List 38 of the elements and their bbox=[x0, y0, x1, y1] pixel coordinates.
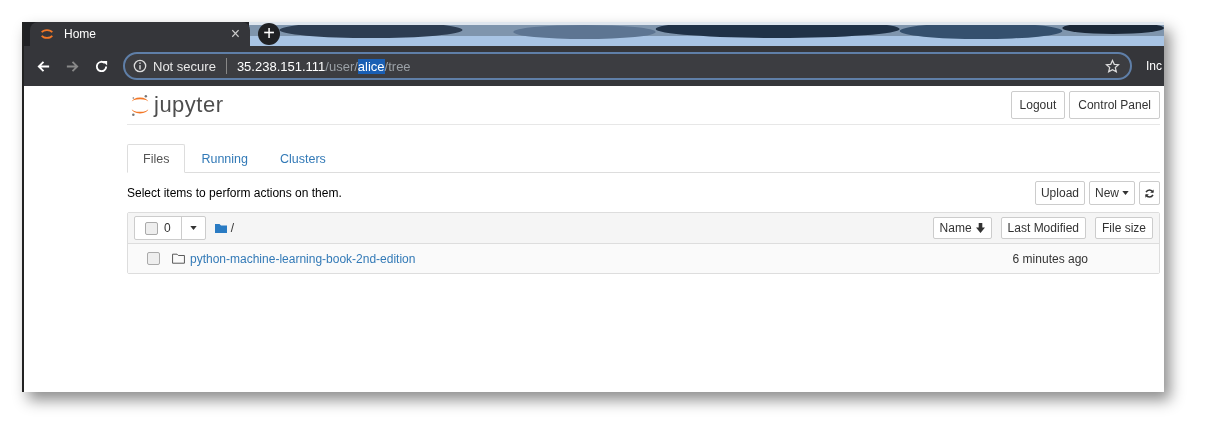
upload-button[interactable]: Upload bbox=[1034, 181, 1085, 205]
caret-icon bbox=[1122, 191, 1129, 195]
logo-text: jupyter bbox=[154, 92, 224, 118]
column-sort-button[interactable]: Name bbox=[932, 217, 992, 239]
header-button[interactable]: Logout bbox=[1010, 91, 1066, 119]
browser-tab[interactable]: Home × bbox=[30, 22, 250, 46]
refresh-button[interactable] bbox=[1139, 181, 1160, 205]
folder-icon bbox=[172, 253, 185, 264]
breadcrumb-link[interactable]: / bbox=[230, 221, 235, 235]
star-icon[interactable] bbox=[1105, 58, 1120, 74]
new-button[interactable]: New bbox=[1089, 181, 1135, 205]
select-all-dropdown[interactable]: 0 bbox=[134, 216, 206, 240]
header-button[interactable]: Control Panel bbox=[1069, 91, 1160, 119]
arrow-down-icon bbox=[975, 223, 985, 233]
checkbox[interactable] bbox=[145, 221, 158, 235]
nav-tab[interactable]: Running bbox=[185, 144, 264, 172]
folder-icon[interactable] bbox=[214, 223, 227, 233]
nav-tab[interactable]: Clusters bbox=[264, 144, 342, 172]
checkbox[interactable] bbox=[147, 252, 160, 265]
column-sort-button[interactable]: File size bbox=[1095, 217, 1153, 239]
modified-time: 6 minutes ago bbox=[1012, 251, 1088, 266]
jupyter-logo-icon bbox=[40, 27, 54, 41]
nav-tab[interactable]: Files bbox=[127, 144, 186, 173]
reload-icon[interactable] bbox=[94, 58, 109, 74]
folder-link[interactable]: python-machine-learning-book-2nd-edition bbox=[190, 251, 416, 266]
tab-title: Home bbox=[64, 27, 97, 41]
refresh-icon bbox=[1144, 187, 1155, 199]
security-label: Not secure bbox=[153, 58, 216, 74]
hint-text: Select items to perform actions on them. bbox=[127, 186, 342, 200]
info-icon bbox=[133, 59, 147, 73]
caret-icon bbox=[189, 226, 197, 230]
forward-icon[interactable] bbox=[65, 58, 80, 74]
close-icon[interactable]: × bbox=[230, 25, 240, 43]
back-icon[interactable] bbox=[36, 58, 51, 74]
selected-count: 0 bbox=[164, 221, 171, 235]
jupyter-logo-icon bbox=[130, 92, 150, 118]
column-sort-button[interactable]: Last Modified bbox=[1000, 217, 1086, 239]
profile-label[interactable]: Inc bbox=[1146, 59, 1164, 73]
